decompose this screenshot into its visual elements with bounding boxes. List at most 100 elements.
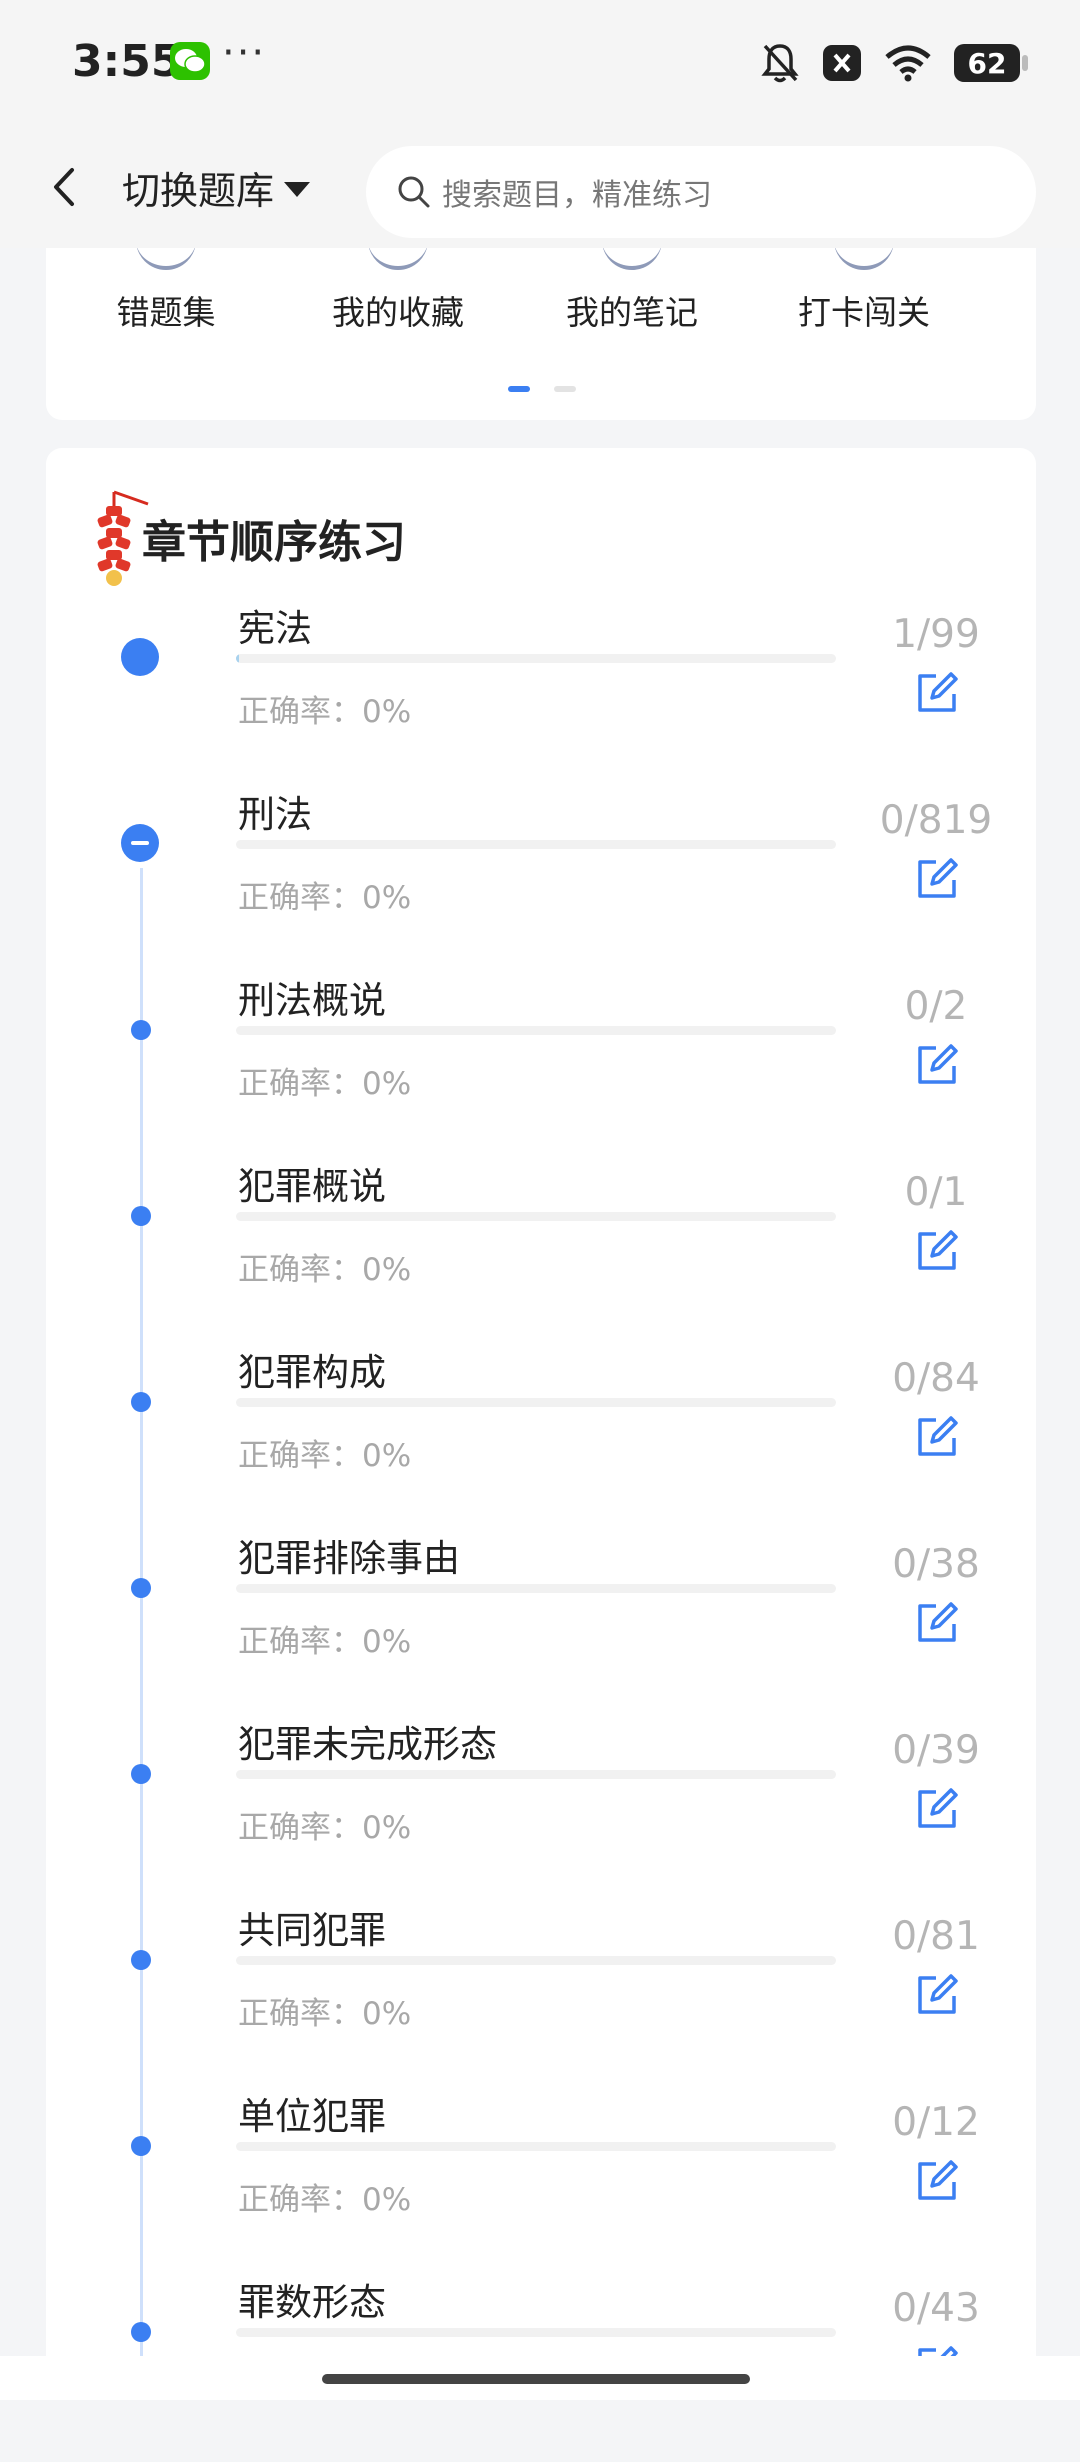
search-input[interactable]: 搜索题目，精准练习: [366, 146, 1036, 238]
timeline-dot: [131, 2322, 151, 2342]
accuracy-value: 0%: [362, 694, 412, 730]
chapter-progress-bar: [236, 1026, 836, 1035]
edit-practice-icon[interactable]: [914, 1414, 960, 1460]
chapter-progress-count: 0/819: [879, 798, 993, 843]
chapter-name: 单位犯罪: [238, 2095, 386, 2138]
chapter-name: 刑法概说: [238, 979, 386, 1022]
chapter-progress-count: 0/38: [892, 1542, 980, 1587]
chapter-accuracy: 正确率：0%: [238, 686, 411, 731]
checkin-icon: [834, 248, 894, 270]
status-bar: 3:55 ··· 62: [0, 0, 1080, 130]
timeline-dot: [131, 1764, 151, 1784]
back-arrow-icon[interactable]: [44, 162, 84, 212]
chapter-row[interactable]: 单位犯罪正确率：0% 0/12: [46, 2086, 1036, 2276]
chapter-accuracy: 正确率：0%: [238, 1988, 411, 2033]
chapter-progress-count: 0/84: [892, 1356, 980, 1401]
wifi-icon: [885, 45, 931, 82]
favorites-icon: [368, 248, 428, 270]
chapter-row[interactable]: 宪法正确率：0% 1/99: [46, 598, 1036, 788]
accuracy-label: 正确率：: [238, 1066, 362, 1102]
chapter-row[interactable]: 刑法概说正确率：0% 0/2: [46, 970, 1036, 1160]
accuracy-value: 0%: [362, 1066, 412, 1102]
switch-bank-label: 切换题库: [122, 169, 275, 213]
battery-icon: 62: [954, 44, 1028, 82]
chapter-progress-bar: [236, 1212, 836, 1221]
accuracy-value: 0%: [362, 880, 412, 916]
switch-question-bank-button[interactable]: 切换题库: [122, 160, 311, 215]
accuracy-label: 正确率：: [238, 1624, 362, 1660]
chapter-name: 宪法: [238, 607, 312, 650]
edit-practice-icon[interactable]: [914, 1786, 960, 1832]
chapter-accuracy: 正确率：0%: [238, 2174, 411, 2219]
close-box-icon: [823, 45, 861, 81]
chapter-progress-bar: [236, 654, 836, 663]
notes-icon: [602, 248, 662, 270]
accuracy-value: 0%: [362, 1624, 412, 1660]
chapter-name: 犯罪排除事由: [238, 1537, 460, 1580]
chapter-accuracy: 正确率：0%: [238, 872, 411, 917]
chapter-progress-bar: [236, 1398, 836, 1407]
chapter-accuracy: 正确率：0%: [238, 1058, 411, 1103]
page-indicator-inactive: [554, 386, 576, 392]
edit-practice-icon[interactable]: [914, 1228, 960, 1274]
timeline-dot: [131, 1206, 151, 1226]
quick-link-label: 我的收藏: [332, 293, 464, 332]
edit-practice-icon[interactable]: [914, 2158, 960, 2204]
caret-down-icon: [284, 182, 311, 197]
chapter-accuracy: 正确率：0%: [238, 1244, 411, 1289]
accuracy-label: 正确率：: [238, 2182, 362, 2218]
chapter-progress-count: 0/12: [892, 2100, 980, 2145]
home-indicator[interactable]: [322, 2374, 750, 2384]
quick-links-card: 错题集 我的收藏 我的笔记 打卡闯关: [46, 248, 1036, 420]
accuracy-value: 0%: [362, 1810, 412, 1846]
collapse-toggle-icon[interactable]: [121, 824, 159, 862]
timeline-dot: [131, 1578, 151, 1598]
more-notifications-icon: ···: [222, 30, 267, 76]
accuracy-label: 正确率：: [238, 1996, 362, 2032]
top-nav: 切换题库 搜索题目，精准练习: [0, 130, 1080, 248]
chapter-progress-count: 0/2: [904, 984, 968, 1029]
edit-practice-icon[interactable]: [914, 1600, 960, 1646]
wechat-notification-icon: [170, 42, 210, 80]
chapter-progress-bar: [236, 1770, 836, 1779]
chapter-name: 共同犯罪: [238, 1909, 386, 1952]
chapter-row[interactable]: 犯罪概说正确率：0% 0/1: [46, 1156, 1036, 1346]
progress-fill: [236, 654, 239, 663]
chapter-row[interactable]: 共同犯罪正确率：0% 0/81: [46, 1900, 1036, 2090]
chapter-progress-bar: [236, 2328, 836, 2337]
chapter-section-title: 章节顺序练习: [142, 517, 406, 568]
edit-practice-icon[interactable]: [914, 670, 960, 716]
search-placeholder: 搜索题目，精准练习: [442, 178, 712, 213]
chapter-row[interactable]: 刑法正确率：0% 0/819: [46, 784, 1036, 974]
timeline-dot: [131, 1020, 151, 1040]
chapter-accuracy: 正确率：0%: [238, 1616, 411, 1661]
chapter-name: 犯罪未完成形态: [238, 1723, 497, 1766]
quick-link-label: 我的笔记: [566, 293, 698, 332]
chapter-progress-count: 0/81: [892, 1914, 980, 1959]
chapter-accuracy: 正确率：0%: [238, 1430, 411, 1475]
chapter-progress-count: 0/1: [904, 1170, 968, 1215]
timeline-dot: [131, 2136, 151, 2156]
accuracy-value: 0%: [362, 2182, 412, 2218]
edit-practice-icon[interactable]: [914, 1972, 960, 2018]
accuracy-value: 0%: [362, 1252, 412, 1288]
timeline-dot: [131, 1950, 151, 1970]
wrong-questions-icon: [136, 248, 196, 270]
chapter-progress-bar: [236, 2142, 836, 2151]
chapter-row[interactable]: 犯罪排除事由 正确率：0% 0/38: [46, 1528, 1036, 1718]
chapter-progress-count: 0/39: [892, 1728, 980, 1773]
chapter-name: 刑法: [238, 793, 312, 836]
chapter-name: 犯罪概说: [238, 1165, 386, 1208]
bell-muted-icon: [761, 44, 799, 83]
edit-practice-icon[interactable]: [914, 1042, 960, 1088]
chapter-row[interactable]: 犯罪未完成形态 正确率：0% 0/39: [46, 1714, 1036, 1904]
chapter-progress-count: 1/99: [892, 612, 980, 657]
chapter-progress-bar: [236, 1956, 836, 1965]
chapter-accuracy: 正确率：0%: [238, 1802, 411, 1847]
chapter-progress-bar: [236, 1584, 836, 1593]
status-icons: 62: [760, 38, 1028, 88]
edit-practice-icon[interactable]: [914, 856, 960, 902]
chapter-progress-bar: [236, 840, 836, 849]
chapter-row[interactable]: 犯罪构成 正确率：0% 0/84: [46, 1342, 1036, 1532]
timeline-dot: [131, 1392, 151, 1412]
